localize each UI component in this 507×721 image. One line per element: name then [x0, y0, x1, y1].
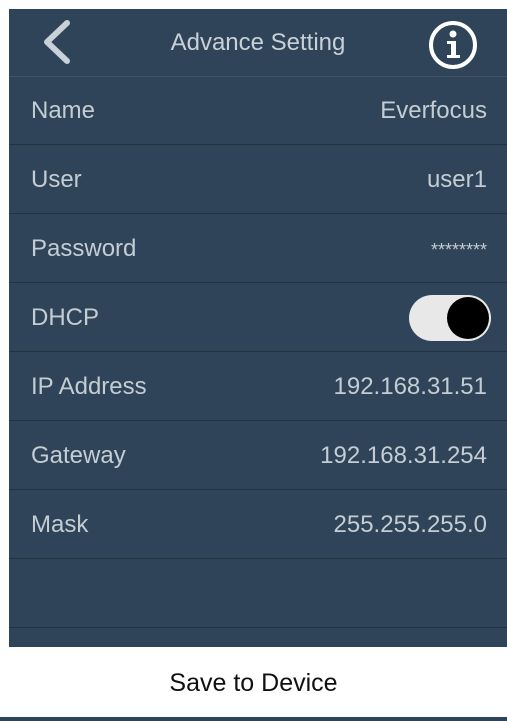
save-to-device-button[interactable]: Save to Device	[0, 647, 507, 717]
user-row[interactable]: User user1	[9, 145, 507, 214]
mask-value[interactable]: 255.255.255.0	[334, 510, 487, 540]
name-value[interactable]: Everfocus	[380, 96, 487, 126]
mask-row[interactable]: Mask 255.255.255.0	[9, 490, 507, 559]
info-button[interactable]	[427, 19, 479, 71]
gateway-label: Gateway	[31, 442, 126, 469]
toggle-knob	[447, 297, 489, 339]
user-label: User	[31, 166, 82, 193]
empty-row	[9, 559, 507, 628]
dhcp-row: DHCP	[9, 283, 507, 352]
ip-address-row[interactable]: IP Address 192.168.31.51	[9, 352, 507, 421]
save-to-device-label: Save to Device	[169, 669, 338, 697]
dhcp-label: DHCP	[31, 304, 100, 331]
user-value[interactable]: user1	[427, 165, 487, 195]
name-row[interactable]: Name Everfocus	[9, 76, 507, 145]
gateway-value[interactable]: 192.168.31.254	[320, 441, 487, 471]
password-value[interactable]: ********	[431, 235, 487, 265]
ip-address-label: IP Address	[31, 373, 147, 400]
password-row[interactable]: Password ********	[9, 214, 507, 283]
mask-label: Mask	[31, 511, 89, 538]
password-label: Password	[31, 235, 137, 262]
info-circle-icon	[429, 21, 477, 69]
settings-list: Name Everfocus User user1 Password *****…	[9, 76, 507, 628]
settings-screen: Advance Setting Name Everfocus User user…	[9, 9, 507, 647]
dhcp-toggle[interactable]	[409, 295, 491, 341]
ip-address-value[interactable]: 192.168.31.51	[334, 372, 487, 402]
navigation-bar: Advance Setting	[9, 9, 507, 77]
bottom-divider	[0, 717, 507, 721]
gateway-row[interactable]: Gateway 192.168.31.254	[9, 421, 507, 490]
name-label: Name	[31, 97, 96, 124]
